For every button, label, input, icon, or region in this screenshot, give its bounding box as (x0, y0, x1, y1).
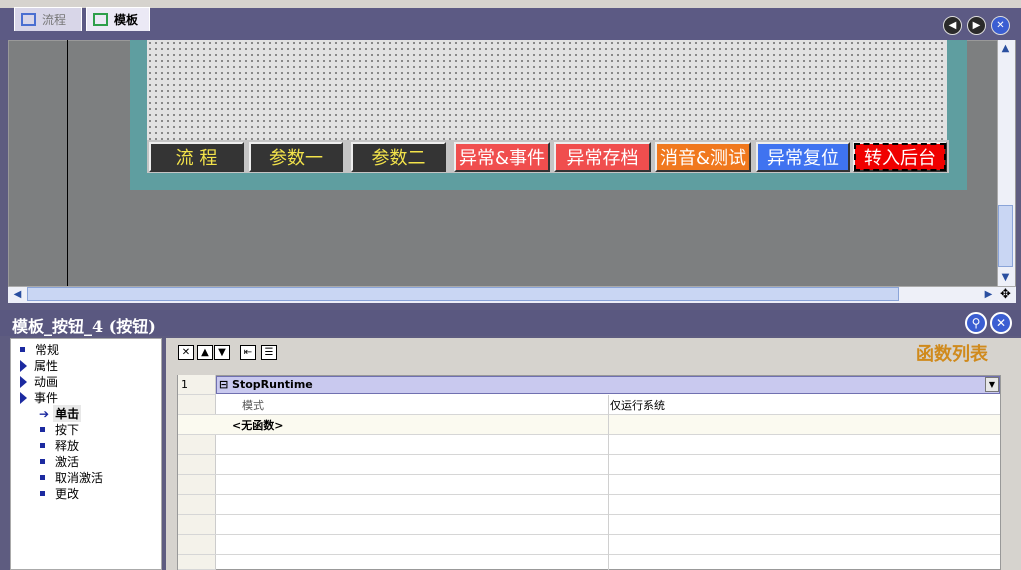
tree-item-label: 激活 (55, 455, 80, 469)
bullet-icon (40, 427, 45, 432)
tab-process[interactable]: 流程 (14, 7, 82, 31)
function-list-label: 函数列表 (916, 344, 988, 365)
tree-item-label: 释放 (55, 439, 80, 453)
tree-item-change[interactable]: 更改 (40, 485, 79, 502)
table-row[interactable]: <无函数> (178, 415, 1000, 435)
expand-arrow-icon (20, 391, 27, 404)
chevron-down-icon[interactable]: ▼ (985, 377, 999, 392)
scroll-up-icon[interactable]: ▲ (998, 41, 1013, 56)
tree-item-label: 动画 (34, 375, 59, 389)
function-cell[interactable]: <无函数> (232, 417, 283, 433)
chevron-left-icon[interactable]: ◀ (943, 16, 962, 35)
divider (67, 40, 68, 286)
expand-arrow-icon (20, 375, 27, 388)
tree-item-label: 按下 (55, 423, 80, 437)
param-name: 模式 (242, 399, 264, 412)
tree-item-properties[interactable]: 属性 (20, 357, 58, 374)
bullet-icon (40, 459, 45, 464)
table-row[interactable] (178, 535, 1000, 555)
tab-label: 模板 (114, 13, 139, 27)
tree-item-events[interactable]: 事件 (20, 389, 58, 406)
tree-item-label: 常规 (35, 343, 60, 357)
scroll-right-icon[interactable]: ▶ (981, 287, 996, 302)
panel-title: 模板_按钮_4 (按钮) (12, 317, 156, 336)
table-row[interactable]: 模式 仅运行系统 (178, 395, 1000, 415)
tree-item-label: 取消激活 (55, 471, 104, 485)
pin-icon[interactable]: ⚲ (965, 312, 987, 334)
table-row[interactable] (178, 475, 1000, 495)
selected-arrow-icon: ➔ (39, 406, 50, 421)
column-divider (608, 395, 609, 570)
to-background-button[interactable]: 转入后台 (853, 142, 947, 172)
tree-item-press[interactable]: 按下 (40, 421, 79, 438)
scroll-left-icon[interactable]: ◀ (10, 287, 25, 302)
screen-icon (93, 13, 108, 26)
tree-item-label: 属性 (34, 359, 59, 373)
tree-item-label: 事件 (34, 391, 59, 405)
tree-item-general[interactable]: 常规 (20, 341, 59, 358)
alarm-reset-button[interactable]: 异常复位 (756, 142, 850, 172)
bullet-icon (20, 347, 25, 352)
tree-item-label: 更改 (55, 487, 80, 501)
table-row[interactable] (178, 435, 1000, 455)
tab-template[interactable]: 模板 (86, 7, 150, 31)
bullet-icon (40, 491, 45, 496)
expand-arrow-icon (20, 359, 27, 372)
tab-bar (0, 8, 1021, 40)
screen-icon (21, 13, 36, 26)
outdent-icon[interactable]: ⇤ (240, 345, 256, 360)
close-icon[interactable]: ✕ (991, 16, 1010, 35)
param-one-button[interactable]: 参数一 (249, 142, 343, 172)
horizontal-scroll-thumb[interactable] (27, 287, 899, 301)
bullet-icon (40, 475, 45, 480)
indent-icon[interactable]: ☰ (261, 345, 277, 360)
move-up-icon[interactable]: ▲ (197, 345, 213, 360)
tree-item-deactivate[interactable]: 取消激活 (40, 469, 103, 486)
table-row[interactable] (178, 515, 1000, 535)
row-number: 1 (178, 375, 216, 395)
mute-test-button[interactable]: 消音&测试 (655, 142, 751, 172)
process-button[interactable]: 流 程 (149, 142, 244, 172)
delete-icon[interactable]: ✕ (178, 345, 194, 360)
table-row[interactable] (178, 495, 1000, 515)
tree-item-release[interactable]: 释放 (40, 437, 79, 454)
bullet-icon (40, 443, 45, 448)
tree-item-label: 单击 (53, 405, 82, 422)
scroll-down-icon[interactable]: ▼ (998, 270, 1013, 285)
tree-item-activate[interactable]: 激活 (40, 453, 79, 470)
close-icon[interactable]: ✕ (990, 312, 1012, 334)
row-number (178, 555, 216, 570)
grid-area[interactable] (147, 40, 947, 142)
table-row[interactable] (178, 455, 1000, 475)
vertical-scroll-thumb[interactable] (998, 205, 1013, 267)
function-select[interactable]: ⊟ StopRuntime (216, 376, 1000, 394)
tab-label: 流程 (42, 13, 67, 27)
move-icon[interactable]: ✥ (998, 287, 1013, 302)
tree-item-animation[interactable]: 动画 (20, 373, 58, 390)
alarm-event-button[interactable]: 异常&事件 (454, 142, 550, 172)
top-toolbar-strip (0, 0, 1021, 8)
tree-item-click[interactable]: ➔ 单击 (39, 405, 82, 422)
alarm-archive-button[interactable]: 异常存档 (554, 142, 651, 172)
param-value[interactable]: 仅运行系统 (610, 397, 665, 413)
chevron-right-icon[interactable]: ▶ (967, 16, 986, 35)
param-two-button[interactable]: 参数二 (351, 142, 446, 172)
move-down-icon[interactable]: ▼ (214, 345, 230, 360)
